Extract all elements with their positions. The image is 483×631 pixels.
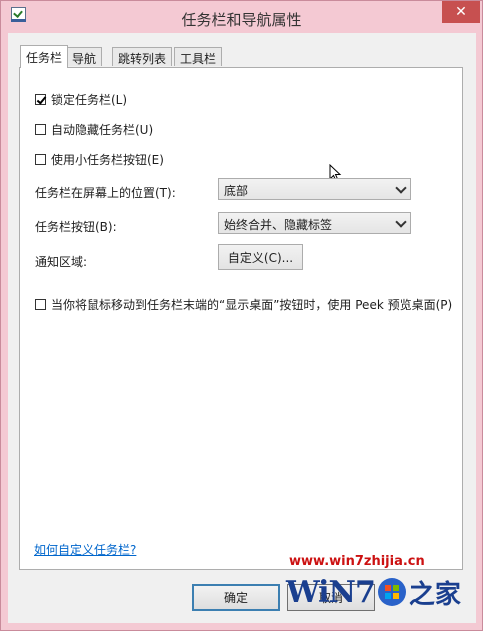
location-label: 任务栏在屏幕上的位置(T):	[35, 186, 176, 200]
small-buttons-checkbox[interactable]	[35, 154, 46, 165]
auto-hide-checkbox[interactable]	[35, 124, 46, 135]
auto-hide-label: 自动隐藏任务栏(U)	[51, 123, 154, 137]
tab-navigation[interactable]: 导航	[66, 47, 103, 66]
lock-taskbar-option[interactable]: 锁定任务栏(L)	[35, 91, 127, 108]
notification-area-label: 通知区域:	[35, 255, 88, 269]
watermark-logo-text: WiN7	[286, 574, 376, 610]
buttons-mode-label: 任务栏按钮(B):	[35, 220, 117, 234]
window-title: 任务栏和导航属性	[181, 11, 302, 29]
peek-option[interactable]: 当你将鼠标移动到任务栏末端的“显示桌面”按钮时，使用 Peek 预览桌面(P)	[35, 296, 452, 313]
chevron-down-icon	[395, 182, 407, 194]
small-buttons-option[interactable]: 使用小任务栏按钮(E)	[35, 151, 164, 168]
dialog-window: 任务栏和导航属性 ✕ 任务栏 导航 跳转列表 工具栏 锁定任务栏(L) 自动隐藏…	[0, 0, 483, 631]
tab-taskbar[interactable]: 任务栏	[20, 45, 69, 68]
watermark-url: www.win7zhijia.cn	[289, 554, 425, 569]
chevron-down-icon	[395, 216, 407, 228]
location-value: 底部	[224, 184, 249, 198]
tab-panel-taskbar: 锁定任务栏(L) 自动隐藏任务栏(U) 使用小任务栏按钮(E) 任务栏在屏幕上的…	[19, 67, 463, 570]
tab-jump-lists[interactable]: 跳转列表	[112, 47, 173, 66]
auto-hide-option[interactable]: 自动隐藏任务栏(U)	[35, 121, 153, 138]
lock-taskbar-label: 锁定任务栏(L)	[51, 93, 128, 107]
watermark-logo-suffix: 之家	[408, 579, 461, 610]
customize-button[interactable]: 自定义(C)...	[218, 244, 303, 270]
buttons-mode-value: 始终合并、隐藏标签	[224, 218, 333, 232]
help-link[interactable]: 如何自定义任务栏?	[34, 541, 136, 558]
peek-label: 当你将鼠标移动到任务栏末端的“显示桌面”按钮时，使用 Peek 预览桌面(P)	[51, 298, 453, 312]
ok-button[interactable]: 确定	[192, 584, 280, 611]
watermark-logo: WiN7 之家	[286, 570, 468, 614]
windows-orb-icon	[377, 578, 406, 606]
close-button[interactable]: ✕	[442, 1, 480, 23]
location-select[interactable]: 底部	[218, 178, 411, 200]
peek-checkbox[interactable]	[35, 299, 46, 310]
buttons-mode-select[interactable]: 始终合并、隐藏标签	[218, 212, 411, 234]
title-bar[interactable]: 任务栏和导航属性 ✕	[1, 1, 482, 33]
dialog-client-area: 任务栏 导航 跳转列表 工具栏 锁定任务栏(L) 自动隐藏任务栏(U) 使用小任…	[8, 33, 476, 623]
small-buttons-label: 使用小任务栏按钮(E)	[51, 153, 164, 167]
lock-taskbar-checkbox[interactable]	[35, 94, 46, 105]
close-icon: ✕	[455, 4, 467, 20]
tab-toolbars[interactable]: 工具栏	[174, 47, 223, 66]
